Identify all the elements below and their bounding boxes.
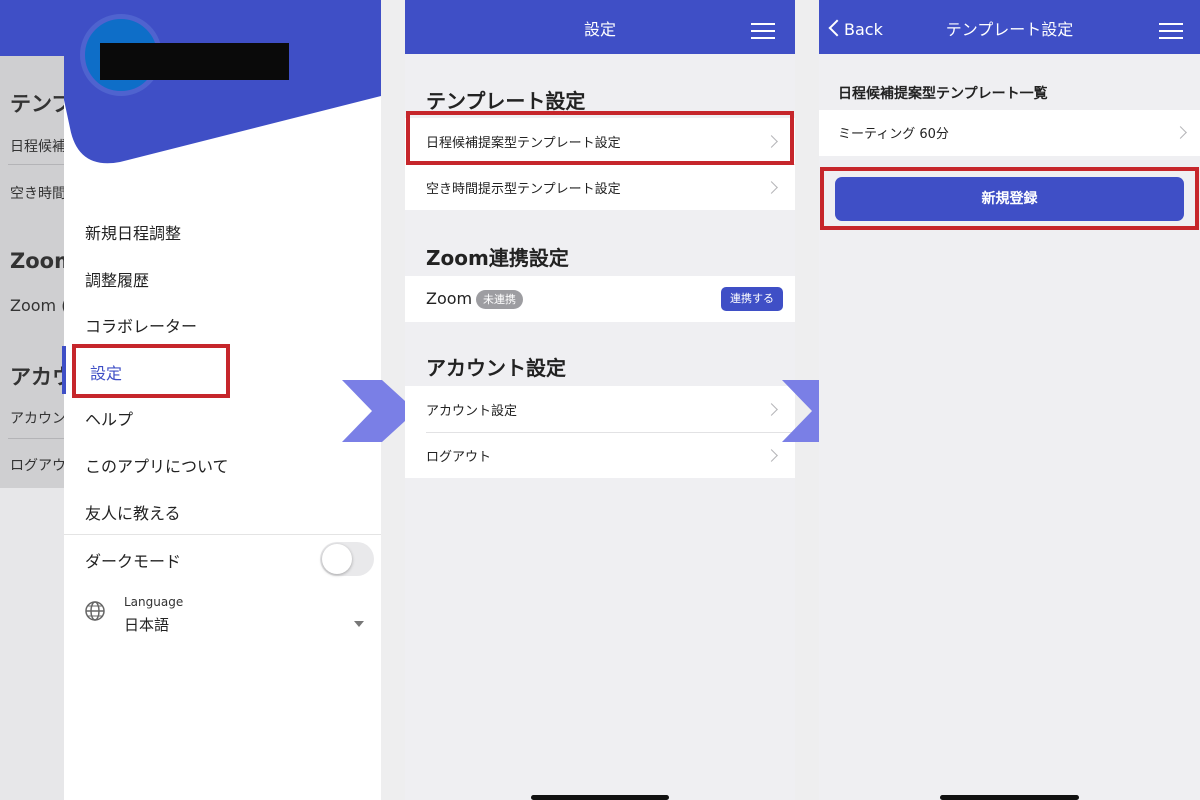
menu-item-help[interactable]: ヘルプ [85, 406, 133, 430]
chevron-right-icon [1174, 126, 1187, 139]
background-item: 空き時間 [10, 186, 66, 202]
redacted-user-name [100, 43, 289, 80]
background-item: Zoom ( [10, 296, 68, 315]
background-item: アカウン [10, 411, 66, 427]
nav-bar: 設定 [405, 0, 795, 54]
zoom-label: Zoom [426, 289, 473, 308]
language-select[interactable]: 日本語 [124, 614, 169, 635]
highlight-box [820, 167, 1199, 230]
home-indicator [940, 795, 1079, 800]
background-divider [8, 438, 68, 439]
toggle-knob [322, 544, 352, 574]
section-title-zoom: Zoom連携設定 [426, 246, 569, 270]
screen-settings-drawer: テンプ 日程候補 空き時間 Zoom Zoom ( アカウ アカウン ログアウ … [0, 0, 381, 800]
template-list-title: 日程候補提案型テンプレート一覧 [838, 86, 1048, 102]
list-item[interactable]: ミーティング 60分 [838, 123, 949, 142]
home-indicator [531, 795, 669, 800]
row-account-settings[interactable]: アカウント設定 [426, 400, 517, 419]
chevron-right-icon [765, 403, 778, 416]
section-title-template: テンプレート設定 [426, 89, 586, 113]
menu-item-history[interactable]: 調整履歴 [85, 267, 149, 291]
side-drawer: 新規日程調整 調整履歴 コラボレーター 設定 ヘルプ このアプリについて 友人に… [64, 0, 381, 800]
row-logout[interactable]: ログアウト [426, 446, 491, 465]
menu-item-collaborators[interactable]: コラボレーター [85, 313, 197, 337]
hamburger-icon[interactable] [1159, 23, 1183, 39]
globe-icon [85, 601, 105, 621]
nav-bar: Back テンプレート設定 [819, 0, 1200, 54]
language-label: Language [124, 595, 184, 609]
chevron-right-icon [765, 181, 778, 194]
active-indicator [62, 346, 66, 394]
screen-template-settings: Back テンプレート設定 日程候補提案型テンプレート一覧 ミーティング 60分… [819, 0, 1200, 800]
template-list: ミーティング 60分 [819, 110, 1200, 156]
menu-item-new-schedule[interactable]: 新規日程調整 [85, 220, 181, 244]
drawer-divider [64, 534, 381, 535]
row-divider [426, 432, 795, 433]
dropdown-caret-icon[interactable] [354, 621, 364, 627]
dark-mode-toggle[interactable] [320, 542, 374, 576]
highlight-box [72, 344, 230, 398]
screen-settings: 設定 テンプレート設定 日程候補提案型テンプレート設定 空き時間提示型テンプレー… [405, 0, 795, 800]
account-settings-group: アカウント設定 ログアウト [405, 386, 795, 478]
section-title-account: アカウント設定 [426, 356, 566, 380]
connect-zoom-button[interactable]: 連携する [721, 287, 783, 311]
menu-item-share[interactable]: 友人に教える [85, 500, 181, 524]
dark-mode-label: ダークモード [85, 552, 182, 571]
status-badge: 未連携 [476, 290, 523, 309]
menu-item-about[interactable]: このアプリについて [85, 453, 229, 477]
background-item: ログアウ [10, 458, 66, 474]
page-title: 設定 [583, 20, 616, 39]
highlight-box [406, 111, 794, 165]
hamburger-icon[interactable] [751, 23, 775, 39]
background-divider [8, 164, 68, 165]
row-free-time-template[interactable]: 空き時間提示型テンプレート設定 [426, 178, 621, 197]
chevron-right-icon [765, 449, 778, 462]
page-title: テンプレート設定 [945, 20, 1074, 39]
background-item: 日程候補 [10, 139, 66, 155]
